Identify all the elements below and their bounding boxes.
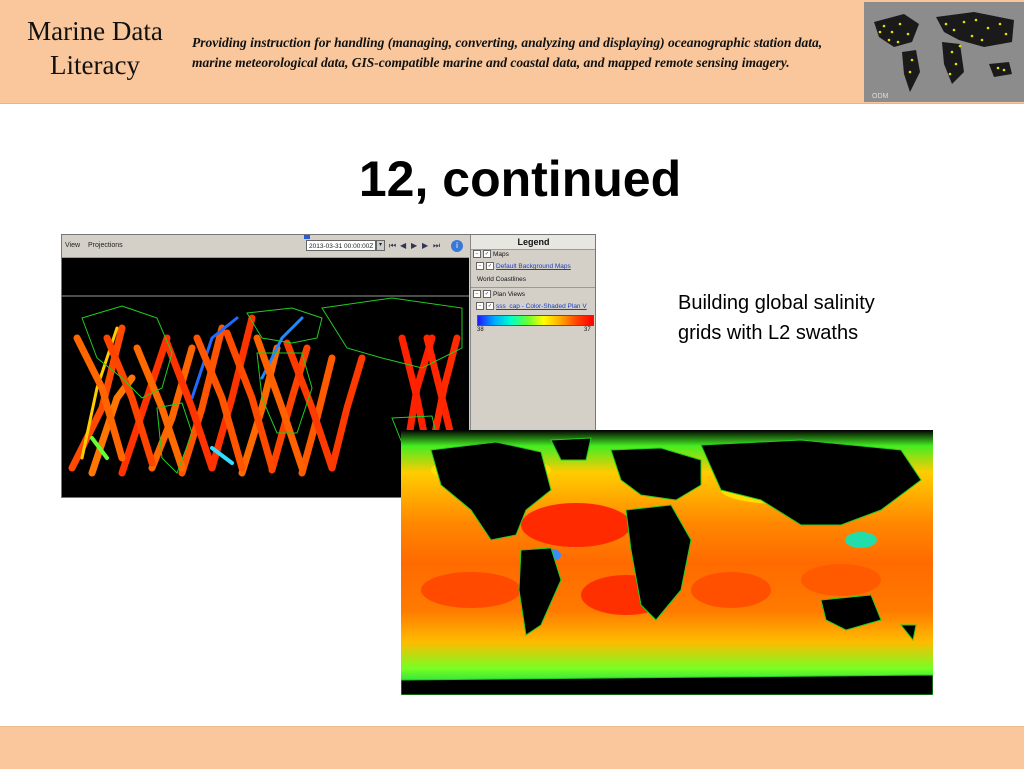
last-frame-icon[interactable]: ⏭ [433,241,440,251]
color-scale-max: 37 [584,327,591,333]
footer-bar [0,726,1024,769]
viewer-toolbar: View Projections 2013-03-31 00:00:00Z ▾ … [62,235,469,258]
play-icon[interactable]: ▶ [411,241,417,250]
slide-caption: Building global salinity grids with L2 s… [678,292,875,344]
color-scale-bar [477,315,594,326]
menu-projections[interactable]: Projections [88,242,123,249]
slide-title: 12, continued [358,151,682,207]
logo-line-1: Marine Data [27,16,163,46]
global-salinity-grid-image [401,430,933,695]
legend-item-default-background-maps[interactable]: − ✓ Default Background Maps [476,262,571,272]
site-logo[interactable]: Marine Data Literacy [20,14,170,82]
collapse-icon[interactable]: − [476,302,484,311]
step-forward-icon[interactable]: ▶ [422,241,428,250]
logo-line-2: Literacy [50,50,140,80]
header-banner: Marine Data Literacy Providing instructi… [0,0,1024,104]
globe-stations-image: ODM [864,2,1024,102]
legend-item-plan-views[interactable]: − ✓ Plan Views [473,290,525,300]
legend-divider [471,287,595,288]
chevron-down-icon[interactable]: ▾ [376,240,385,251]
legend-title: Legend [471,235,595,250]
checkbox-icon[interactable]: ✓ [483,290,491,299]
help-icon[interactable]: i [451,240,463,252]
collapse-icon[interactable]: − [476,262,484,271]
legend-item-maps[interactable]: − ✓ Maps [473,250,509,260]
time-slider-marker[interactable] [304,235,310,239]
svg-text:ODM: ODM [872,93,889,100]
checkbox-icon[interactable]: ✓ [486,262,494,271]
legend-item-sss-cap[interactable]: − ✓ sss_cap - Color-Shaded Plan V [476,302,587,312]
legend-item-world-coastlines: World Coastlines [477,276,527,283]
step-back-icon[interactable]: ◀ [400,241,406,250]
tagline: Providing instruction for handling (mana… [192,35,823,70]
checkbox-icon[interactable]: ✓ [483,250,491,259]
collapse-icon[interactable]: − [473,290,481,299]
checkbox-icon[interactable]: ✓ [486,302,494,311]
date-selector[interactable]: 2013-03-31 00:00:00Z [306,240,376,251]
first-frame-icon[interactable]: ⏮ [389,241,396,251]
menu-view[interactable]: View [65,242,80,249]
color-scale-min: 38 [477,327,484,333]
collapse-icon[interactable]: − [473,250,481,259]
